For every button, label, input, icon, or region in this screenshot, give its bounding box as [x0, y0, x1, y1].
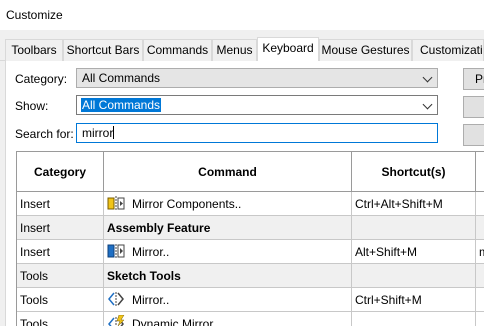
dynamic-mirror-icon: [108, 315, 125, 326]
row-command: Mirror..: [132, 293, 170, 307]
table-group-row[interactable]: Insert Assembly Feature: [17, 216, 484, 240]
search-label: Search for:: [15, 127, 74, 141]
mirror-feature-icon: [107, 244, 125, 258]
chevron-down-icon: [422, 99, 433, 110]
tab-toolbars[interactable]: Toolbars: [5, 39, 63, 61]
mirror-sketch-icon: [108, 292, 124, 306]
show-value: All Commands: [81, 98, 162, 112]
search-value: mirror: [82, 126, 114, 140]
side-button-3[interactable]: [463, 124, 484, 146]
tab-menus[interactable]: Menus: [212, 39, 257, 61]
table-header-row: Category Command Shortcut(s): [17, 152, 484, 192]
row-category: Insert: [20, 221, 51, 235]
category-label: Category:: [15, 72, 68, 86]
table-group-row[interactable]: Tools Sketch Tools: [17, 264, 484, 288]
table-row[interactable]: Tools Dynamic Mirror..: [17, 312, 484, 326]
side-button-2[interactable]: [463, 96, 484, 118]
row-shortcut: Ctrl+Alt+Shift+M: [355, 197, 443, 211]
show-dropdown[interactable]: All Commands: [76, 95, 438, 115]
row-group-title: Assembly Feature: [107, 221, 211, 235]
row-category: Insert: [20, 197, 51, 211]
tab-strip: Toolbars Shortcut Bars Commands Menus Ke…: [0, 37, 484, 62]
row-extra: m: [479, 245, 484, 259]
row-category: Tools: [20, 317, 49, 326]
window-title: Customize: [6, 8, 63, 22]
table-row[interactable]: Insert Mirror Components.. Ctrl+Alt+Shif…: [17, 192, 484, 216]
search-input[interactable]: mirror: [76, 123, 438, 143]
chevron-down-icon: [422, 72, 433, 83]
column-header-command[interactable]: Command: [104, 152, 352, 191]
row-category: Insert: [20, 245, 51, 259]
row-command: Mirror Components..: [132, 197, 242, 211]
category-dropdown[interactable]: All Commands: [76, 68, 438, 88]
category-value: All Commands: [82, 71, 161, 85]
print-list-button-label: Pr: [475, 72, 484, 86]
row-command: Mirror..: [132, 245, 170, 259]
column-header-category[interactable]: Category: [17, 152, 104, 191]
tab-mouse-gestures[interactable]: Mouse Gestures: [319, 39, 412, 61]
shortcut-table: Category Command Shortcut(s) Insert Mirr…: [16, 151, 484, 326]
row-shortcut: Ctrl+Shift+M: [355, 293, 422, 307]
text-caret: [113, 126, 115, 139]
column-header-shortcuts[interactable]: Shortcut(s): [352, 152, 476, 191]
show-label: Show:: [15, 99, 49, 113]
tab-shortcut-bars[interactable]: Shortcut Bars: [63, 39, 143, 61]
row-category: Tools: [20, 293, 49, 307]
tab-commands[interactable]: Commands: [143, 39, 212, 61]
table-row[interactable]: Tools Mirror.. Ctrl+Shift+M: [17, 288, 484, 312]
column-header-extra: [476, 152, 484, 191]
table-row[interactable]: Insert Mirror.. Alt+Shift+M m: [17, 240, 484, 264]
mirror-components-icon: [107, 196, 125, 210]
print-list-button[interactable]: Pr: [463, 68, 484, 90]
row-category: Tools: [20, 269, 49, 283]
row-shortcut: Alt+Shift+M: [355, 245, 418, 259]
row-command: Dynamic Mirror..: [132, 317, 220, 326]
tab-keyboard[interactable]: Keyboard: [257, 37, 319, 62]
tab-customization[interactable]: Customization: [412, 39, 484, 61]
title-bar: Customize: [0, 0, 484, 30]
row-group-title: Sketch Tools: [107, 269, 181, 283]
